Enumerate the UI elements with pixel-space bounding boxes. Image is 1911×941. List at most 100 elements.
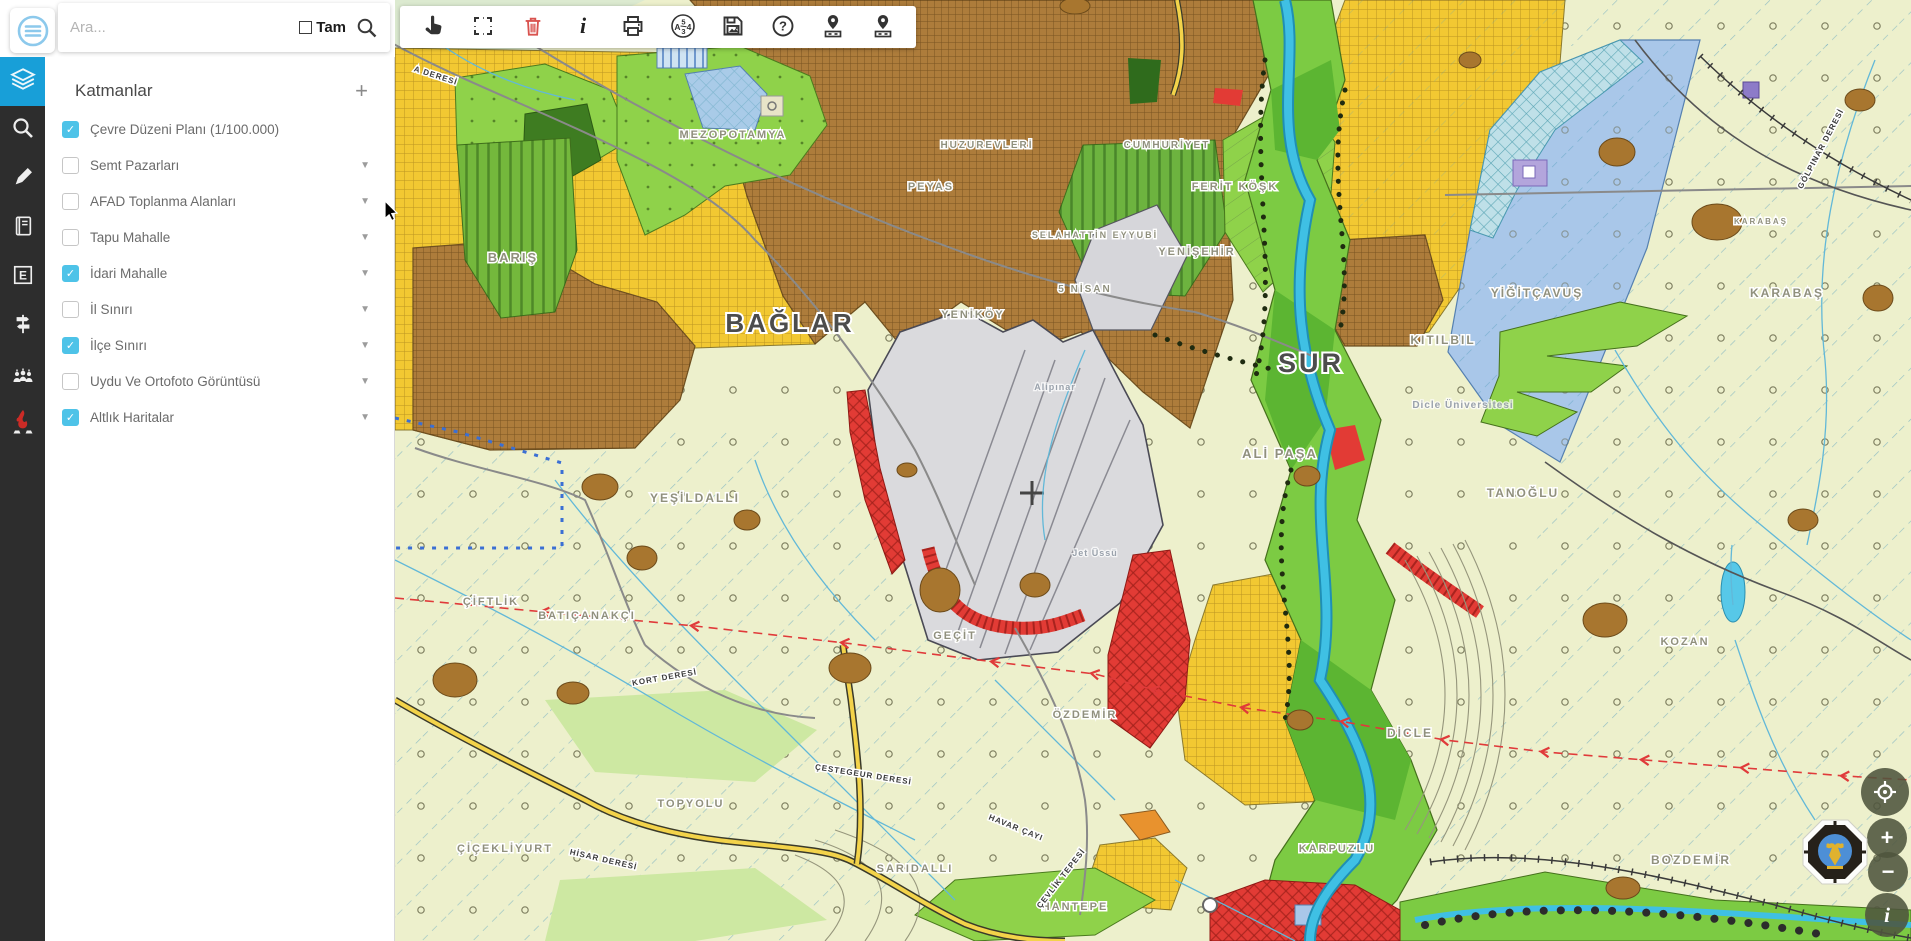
panel-title: Katmanlar: [75, 81, 152, 101]
search-icon[interactable]: [356, 17, 378, 39]
add-layer-button[interactable]: +: [355, 84, 368, 98]
locate-icon: [1873, 780, 1897, 804]
map-region-label: BAĞLAR: [725, 308, 854, 338]
sidebar-tool-fire[interactable]: [0, 400, 45, 449]
map-region-label: ÇİFTLİK: [463, 595, 519, 608]
chevron-down-icon[interactable]: ▼: [360, 268, 370, 279]
save-image-icon: [721, 14, 745, 41]
pencil-icon: [12, 166, 34, 193]
help-icon: ?: [771, 14, 795, 41]
search-icon: [11, 116, 35, 145]
app-window: BAĞLARSURBARIŞMEZOPOTAMYAHUZUREVLERİPEYA…: [0, 0, 1911, 941]
sidebar-tool-notebook[interactable]: [0, 204, 45, 253]
layers-icon: [10, 66, 36, 97]
layer-label: İl Sınırı: [90, 302, 360, 317]
layer-row[interactable]: AFAD Toplanma Alanları ▼: [45, 183, 394, 219]
layer-label: Semt Pazarları: [90, 158, 360, 173]
map-region-label: BOZDEMİR: [1651, 852, 1731, 867]
layer-row[interactable]: ✓ İdari Mahalle ▼: [45, 255, 394, 291]
chevron-down-icon[interactable]: ▼: [360, 376, 370, 387]
layer-row[interactable]: Semt Pazarları ▼: [45, 147, 394, 183]
sidebar-tool-draw[interactable]: [0, 155, 45, 204]
layer-label: AFAD Toplanma Alanları: [90, 194, 360, 209]
chevron-down-icon[interactable]: ▼: [360, 160, 370, 171]
map-region-label: YENİŞEHİR: [1158, 245, 1235, 258]
menu-button[interactable]: [10, 8, 55, 53]
layer-checkbox[interactable]: ✓: [62, 337, 79, 354]
toolbar-info-button[interactable]: i: [558, 10, 608, 44]
ebox-icon: E: [12, 264, 34, 291]
layer-checkbox[interactable]: [62, 301, 79, 318]
layers-panel: Katmanlar + ✓ Çevre Düzeni Planı (1/100.…: [45, 57, 395, 941]
print-icon: [621, 14, 645, 41]
toolbar-pan-hand-button[interactable]: [408, 10, 458, 44]
search-bar: Tam: [58, 3, 390, 52]
svg-text:?: ?: [779, 18, 787, 33]
zoning-map: BAĞLARSURBARIŞMEZOPOTAMYAHUZUREVLERİPEYA…: [395, 0, 1911, 941]
goto-marker-icon: [871, 13, 895, 42]
toolbar-delete-button[interactable]: [508, 10, 558, 44]
layer-checkbox[interactable]: ✓: [62, 265, 79, 282]
layer-checkbox[interactable]: [62, 373, 79, 390]
select-area-icon: [471, 14, 495, 41]
toolbar-save-image-button[interactable]: [708, 10, 758, 44]
layer-checkbox[interactable]: [62, 229, 79, 246]
sidebar-tool-legend[interactable]: E: [0, 253, 45, 302]
map-region-label: KARPUZLU: [1299, 843, 1376, 855]
map-region-label: SUR: [1278, 348, 1344, 378]
map-region-label: TANOĞLU: [1487, 485, 1559, 500]
layer-row[interactable]: Uydu Ve Ortofoto Görüntüsü ▼: [45, 363, 394, 399]
hamburger-icon: [16, 14, 50, 48]
map-region-label: ÖZDEMİR: [1053, 708, 1118, 721]
toolbar-select-area-button[interactable]: [458, 10, 508, 44]
pan-hand-icon: [421, 13, 445, 42]
exact-checkbox-label: Tam: [316, 19, 346, 36]
sidebar-tool-population[interactable]: [0, 351, 45, 400]
svg-text:4: 4: [687, 22, 692, 32]
toolbar-scale-query-button[interactable]: A534: [658, 10, 708, 44]
layer-row[interactable]: ✓ Çevre Düzeni Planı (1/100.000): [45, 111, 394, 147]
exact-match-toggle[interactable]: Tam: [299, 19, 346, 36]
toolbar-help-button[interactable]: ?: [758, 10, 808, 44]
layer-row[interactable]: İl Sınırı ▼: [45, 291, 394, 327]
svg-text:i: i: [580, 14, 587, 38]
attribution-button[interactable]: i: [1865, 893, 1909, 937]
locate-button[interactable]: [1861, 768, 1909, 816]
chevron-down-icon[interactable]: ▼: [360, 196, 370, 207]
map-region-label: HANTEPE: [1042, 901, 1109, 913]
sidebar-tool-search[interactable]: [0, 106, 45, 155]
zoom-out-button[interactable]: −: [1868, 852, 1908, 892]
map-region-label: Jet Üssü: [1072, 548, 1118, 558]
layer-checkbox[interactable]: [62, 157, 79, 174]
layer-checkbox[interactable]: ✓: [62, 121, 79, 138]
toolbar-add-marker-button[interactable]: [808, 10, 858, 44]
chevron-down-icon[interactable]: ▼: [360, 304, 370, 315]
info-icon: i: [1884, 903, 1890, 928]
map-region-label: ÇİÇEKLİYURT: [457, 842, 553, 855]
map-region-label: DİCLE: [1387, 725, 1433, 740]
chevron-down-icon[interactable]: ▼: [360, 232, 370, 243]
map-region-label: BATIÇANAKÇI: [538, 610, 636, 622]
map-region-label: FERİT KÖŞK: [1192, 180, 1279, 193]
map-region-label: SELAHATTİN EYYUBİ: [1032, 230, 1158, 240]
chevron-down-icon[interactable]: ▼: [360, 340, 370, 351]
sidebar-tool-layers[interactable]: [0, 57, 45, 106]
exact-checkbox[interactable]: [299, 21, 312, 34]
layer-label: Tapu Mahalle: [90, 230, 360, 245]
toolbar-goto-marker-button[interactable]: [858, 10, 908, 44]
layer-row[interactable]: ✓ Altlık Haritalar ▼: [45, 399, 394, 435]
chevron-down-icon[interactable]: ▼: [360, 412, 370, 423]
layer-label: İdari Mahalle: [90, 266, 360, 281]
layer-checkbox[interactable]: ✓: [62, 409, 79, 426]
layer-row[interactable]: ✓ İlçe Sınırı ▼: [45, 327, 394, 363]
map-region-label: KITILBIL: [1410, 333, 1475, 347]
search-input[interactable]: [70, 19, 299, 36]
layer-row[interactable]: Tapu Mahalle ▼: [45, 219, 394, 255]
tool-strip: E: [0, 57, 45, 941]
left-panel-column: Tam E Katmanlar + ✓ Çevre Düzeni Planı (…: [0, 0, 395, 941]
map-region-label: SARIDALLI: [877, 863, 954, 875]
sidebar-tool-directions[interactable]: [0, 302, 45, 351]
layer-checkbox[interactable]: [62, 193, 79, 210]
map-canvas[interactable]: BAĞLARSURBARIŞMEZOPOTAMYAHUZUREVLERİPEYA…: [395, 0, 1911, 941]
toolbar-print-button[interactable]: [608, 10, 658, 44]
